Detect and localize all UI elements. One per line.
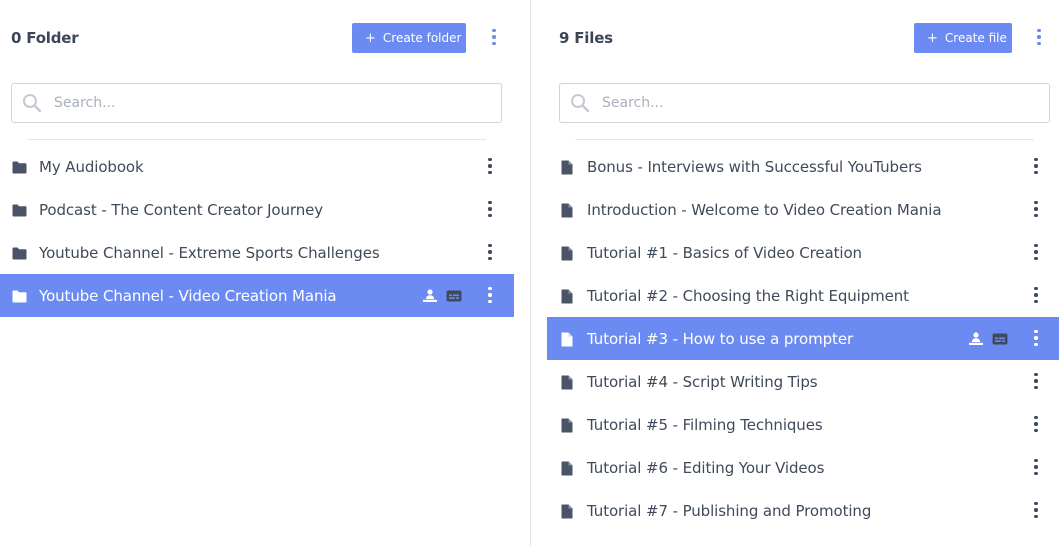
file-icon	[559, 417, 575, 433]
folder-name: My Audiobook	[39, 157, 144, 176]
more-options-icon[interactable]	[1030, 242, 1042, 262]
file-row-tutorial-1-basics-of-video-creation[interactable]: Tutorial #1 - Basics of Video Creation	[547, 231, 1059, 274]
folder-icon	[11, 288, 27, 304]
file-row-tutorial-4-script-writing-tips[interactable]: Tutorial #4 - Script Writing Tips	[547, 360, 1059, 403]
file-icon	[559, 374, 575, 390]
folder-icon	[11, 159, 27, 175]
files-search	[559, 83, 1050, 123]
more-options-icon[interactable]	[1030, 414, 1042, 434]
more-options-icon[interactable]	[484, 242, 496, 262]
file-name: Tutorial #1 - Basics of Video Creation	[587, 243, 862, 262]
file-row-tutorial-3-how-to-use-a-prompter[interactable]: Tutorial #3 - How to use a prompter	[547, 317, 1059, 360]
file-row-tutorial-7-publishing-and-promoting[interactable]: Tutorial #7 - Publishing and Promoting	[547, 489, 1059, 532]
caption-icon	[992, 331, 1008, 347]
folder-row-youtube-channel-video-creation-mania[interactable]: Youtube Channel - Video Creation Mania	[0, 274, 514, 317]
file-name: Tutorial #5 - Filming Techniques	[587, 415, 823, 434]
file-icon	[559, 331, 575, 347]
more-options-icon[interactable]	[1030, 199, 1042, 219]
folder-name: Podcast - The Content Creator Journey	[39, 200, 324, 219]
file-row-introduction-welcome-to-video-creation-mania[interactable]: Introduction - Welcome to Video Creation…	[547, 188, 1059, 231]
file-icon	[559, 503, 575, 519]
folder-name: Youtube Channel - Video Creation Mania	[39, 286, 337, 305]
person-icon	[422, 288, 438, 304]
file-row-tutorial-6-editing-your-videos[interactable]: Tutorial #6 - Editing Your Videos	[547, 446, 1059, 489]
caption-icon	[446, 288, 462, 304]
more-options-icon[interactable]	[1030, 500, 1042, 520]
files-panel: 9 Files + Create file Bonus - Interviews…	[531, 0, 1059, 546]
create-folder-label: Create folder	[382, 31, 462, 45]
file-icon	[559, 460, 575, 476]
file-icon	[559, 159, 575, 175]
files-divider	[575, 139, 1034, 140]
plus-icon: +	[927, 30, 938, 46]
more-options-icon[interactable]	[1030, 457, 1042, 477]
create-file-button[interactable]: + Create file	[914, 23, 1012, 53]
search-icon	[571, 94, 590, 113]
plus-icon: +	[365, 30, 376, 46]
create-folder-button[interactable]: + Create folder	[352, 23, 466, 53]
file-name: Tutorial #3 - How to use a prompter	[587, 329, 854, 348]
more-options-icon[interactable]	[1030, 285, 1042, 305]
more-options-icon[interactable]	[1030, 156, 1042, 176]
folder-icon	[11, 202, 27, 218]
file-name: Tutorial #7 - Publishing and Promoting	[587, 501, 872, 520]
more-options-icon[interactable]	[1030, 328, 1042, 348]
file-name: Tutorial #2 - Choosing the Right Equipme…	[587, 286, 909, 305]
more-options-icon[interactable]	[484, 199, 496, 219]
folders-panel: 0 Folder + Create folder My Audiobook Pod…	[0, 0, 530, 546]
folder-name: Youtube Channel - Extreme Sports Challen…	[39, 243, 380, 262]
folders-more-options-icon[interactable]	[486, 27, 502, 47]
file-row-bonus-interviews-with-successful-youtubers[interactable]: Bonus - Interviews with Successful YouTu…	[547, 145, 1059, 188]
file-icon	[559, 202, 575, 218]
files-search-input[interactable]	[602, 95, 1022, 111]
file-name: Bonus - Interviews with Successful YouTu…	[587, 157, 922, 176]
file-name: Introduction - Welcome to Video Creation…	[587, 200, 942, 219]
folders-list: My Audiobook Podcast - The Content Creato…	[0, 145, 514, 317]
file-icon	[559, 288, 575, 304]
more-options-icon[interactable]	[484, 285, 496, 305]
more-options-icon[interactable]	[1030, 371, 1042, 391]
folders-search	[11, 83, 502, 123]
folders-divider	[27, 139, 486, 140]
file-name: Tutorial #6 - Editing Your Videos	[587, 458, 825, 477]
files-list: Bonus - Interviews with Successful YouTu…	[547, 145, 1059, 532]
files-count-title: 9 Files	[559, 29, 613, 47]
person-icon	[968, 331, 984, 347]
file-name: Tutorial #4 - Script Writing Tips	[587, 372, 818, 391]
folder-row-youtube-channel-extreme-sports-challenges[interactable]: Youtube Channel - Extreme Sports Challen…	[0, 231, 514, 274]
folder-row-podcast-the-content-creator-journey[interactable]: Podcast - The Content Creator Journey	[0, 188, 514, 231]
file-icon	[559, 245, 575, 261]
search-icon	[23, 94, 42, 113]
create-file-label: Create file	[944, 31, 1007, 45]
file-row-tutorial-2-choosing-the-right-equipment[interactable]: Tutorial #2 - Choosing the Right Equipme…	[547, 274, 1059, 317]
files-more-options-icon[interactable]	[1031, 27, 1047, 47]
folders-search-input[interactable]	[54, 95, 474, 111]
folders-count-title: 0 Folder	[11, 29, 79, 47]
folder-row-my-audiobook[interactable]: My Audiobook	[0, 145, 514, 188]
more-options-icon[interactable]	[484, 156, 496, 176]
file-row-tutorial-5-filming-techniques[interactable]: Tutorial #5 - Filming Techniques	[547, 403, 1059, 446]
folder-icon	[11, 245, 27, 261]
